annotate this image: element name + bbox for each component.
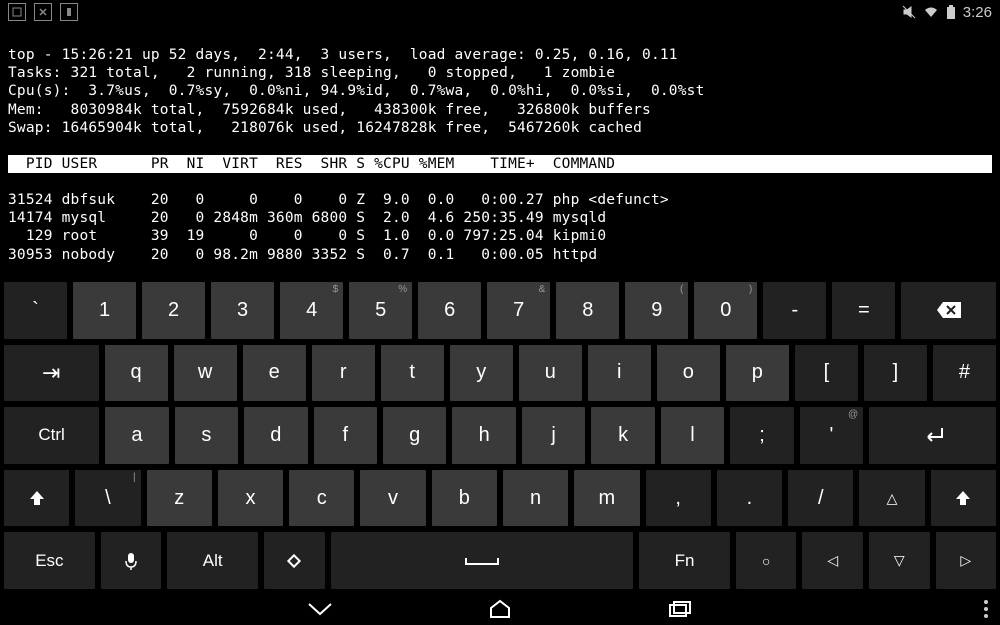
key-equals[interactable]: = (832, 282, 895, 339)
process-row: 129 root 39 19 0 0 0 S 1.0 0.0 797:25.04… (8, 228, 606, 244)
key-mic[interactable] (101, 532, 162, 589)
key-arrow-right[interactable]: ▷ (936, 532, 997, 589)
mute-icon (901, 4, 917, 20)
key-esc[interactable]: Esc (4, 532, 95, 589)
key-1[interactable]: 1 (73, 282, 136, 339)
key-v[interactable]: v (360, 470, 425, 527)
key-i[interactable]: i (588, 345, 651, 402)
clock-text: 3:26 (963, 4, 992, 21)
key-2[interactable]: 2 (142, 282, 205, 339)
key-enter[interactable] (869, 407, 996, 464)
key-7[interactable]: &7 (487, 282, 550, 339)
key-z[interactable]: z (147, 470, 212, 527)
key-b[interactable]: b (432, 470, 497, 527)
key-t[interactable]: t (381, 345, 444, 402)
keyboard-row-1: ` 1 2 3 $4 %5 6 &7 8 (9 )0 - = (4, 282, 996, 339)
key-8[interactable]: 8 (556, 282, 619, 339)
key-slash[interactable]: / (788, 470, 853, 527)
key-x[interactable]: x (218, 470, 283, 527)
wifi-icon (923, 4, 939, 20)
key-semicolon[interactable]: ; (730, 407, 793, 464)
key-o[interactable]: o (657, 345, 720, 402)
key-4[interactable]: $4 (280, 282, 343, 339)
key-hash[interactable]: # (933, 345, 996, 402)
key-y[interactable]: y (450, 345, 513, 402)
key-n[interactable]: n (503, 470, 568, 527)
key-p[interactable]: p (726, 345, 789, 402)
key-bracket-left[interactable]: [ (795, 345, 858, 402)
key-j[interactable]: j (522, 407, 585, 464)
key-space[interactable] (331, 532, 634, 589)
key-g[interactable]: g (383, 407, 446, 464)
key-r[interactable]: r (312, 345, 375, 402)
key-backslash[interactable]: |\ (75, 470, 140, 527)
process-row: 30953 nobody 20 0 98.2m 9880 3352 S 0.7 … (8, 247, 597, 263)
key-k[interactable]: k (591, 407, 654, 464)
key-stop[interactable]: ○ (736, 532, 797, 589)
nav-overflow-button[interactable] (984, 600, 988, 618)
status-right: 3:26 (901, 4, 992, 21)
key-ctrl[interactable]: Ctrl (4, 407, 99, 464)
key-9[interactable]: (9 (625, 282, 688, 339)
key-h[interactable]: h (452, 407, 515, 464)
key-shift-left[interactable] (4, 470, 69, 527)
top-summary-line-0: top - 15:26:21 up 52 days, 2:44, 3 users… (8, 47, 678, 63)
key-d[interactable]: d (244, 407, 307, 464)
key-q[interactable]: q (105, 345, 168, 402)
process-header: PID USER PR NI VIRT RES SHR S %CPU %MEM … (8, 155, 992, 173)
nav-recent-button[interactable] (665, 599, 695, 619)
top-summary-line-1: Tasks: 321 total, 2 running, 318 sleepin… (8, 65, 615, 81)
process-row: 14174 mysql 20 0 2848m 360m 6800 S 2.0 4… (8, 210, 606, 226)
key-u[interactable]: u (519, 345, 582, 402)
keyboard-row-2: ⇥ q w e r t y u i o p [ ] # (4, 345, 996, 402)
key-arrow-down[interactable]: ▽ (869, 532, 930, 589)
key-0[interactable]: )0 (694, 282, 757, 339)
key-quote[interactable]: @' (800, 407, 863, 464)
key-alt[interactable]: Alt (167, 532, 258, 589)
status-left (8, 3, 78, 21)
battery-icon (945, 4, 957, 20)
app-icon-1 (8, 3, 26, 21)
key-period[interactable]: . (717, 470, 782, 527)
key-minus[interactable]: - (763, 282, 826, 339)
key-f[interactable]: f (314, 407, 377, 464)
key-3[interactable]: 3 (211, 282, 274, 339)
key-arrow-left[interactable]: ◁ (802, 532, 863, 589)
key-shift-right[interactable] (931, 470, 996, 527)
key-bracket-right[interactable]: ] (864, 345, 927, 402)
key-6[interactable]: 6 (418, 282, 481, 339)
android-nav-bar (0, 593, 1000, 625)
top-summary-line-3: Mem: 8030984k total, 7592684k used, 4383… (8, 102, 651, 118)
key-w[interactable]: w (174, 345, 237, 402)
on-screen-keyboard: ` 1 2 3 $4 %5 6 &7 8 (9 )0 - = ⇥ q w e r… (0, 278, 1000, 593)
key-c[interactable]: c (289, 470, 354, 527)
keyboard-row-5: Esc Alt Fn ○ ◁ ▽ ▷ (4, 532, 996, 589)
key-a[interactable]: a (105, 407, 168, 464)
key-backspace[interactable] (901, 282, 996, 339)
process-row: 31524 dbfsuk 20 0 0 0 0 Z 9.0 0.0 0:00.2… (8, 192, 669, 208)
key-s[interactable]: s (175, 407, 238, 464)
key-fn[interactable]: Fn (639, 532, 730, 589)
key-l[interactable]: l (661, 407, 724, 464)
keyboard-row-3: Ctrl a s d f g h j k l ; @' (4, 407, 996, 464)
top-summary-line-2: Cpu(s): 3.7%us, 0.7%sy, 0.0%ni, 94.9%id,… (8, 83, 705, 99)
key-m[interactable]: m (574, 470, 639, 527)
nav-back-button[interactable] (305, 599, 335, 619)
key-sym[interactable] (264, 532, 325, 589)
keyboard-row-4: |\ z x c v b n m , . / △ (4, 470, 996, 527)
key-5[interactable]: %5 (349, 282, 412, 339)
key-e[interactable]: e (243, 345, 306, 402)
terminal-output: top - 15:26:21 up 52 days, 2:44, 3 users… (0, 24, 1000, 268)
top-summary-line-4: Swap: 16465904k total, 218076k used, 162… (8, 120, 642, 136)
app-icon-2 (34, 3, 52, 21)
key-comma[interactable]: , (646, 470, 711, 527)
status-bar: 3:26 (0, 0, 1000, 24)
key-backtick[interactable]: ` (4, 282, 67, 339)
key-arrow-up[interactable]: △ (859, 470, 924, 527)
app-icon-3 (60, 3, 78, 21)
nav-home-button[interactable] (485, 599, 515, 619)
key-tab[interactable]: ⇥ (4, 345, 99, 402)
